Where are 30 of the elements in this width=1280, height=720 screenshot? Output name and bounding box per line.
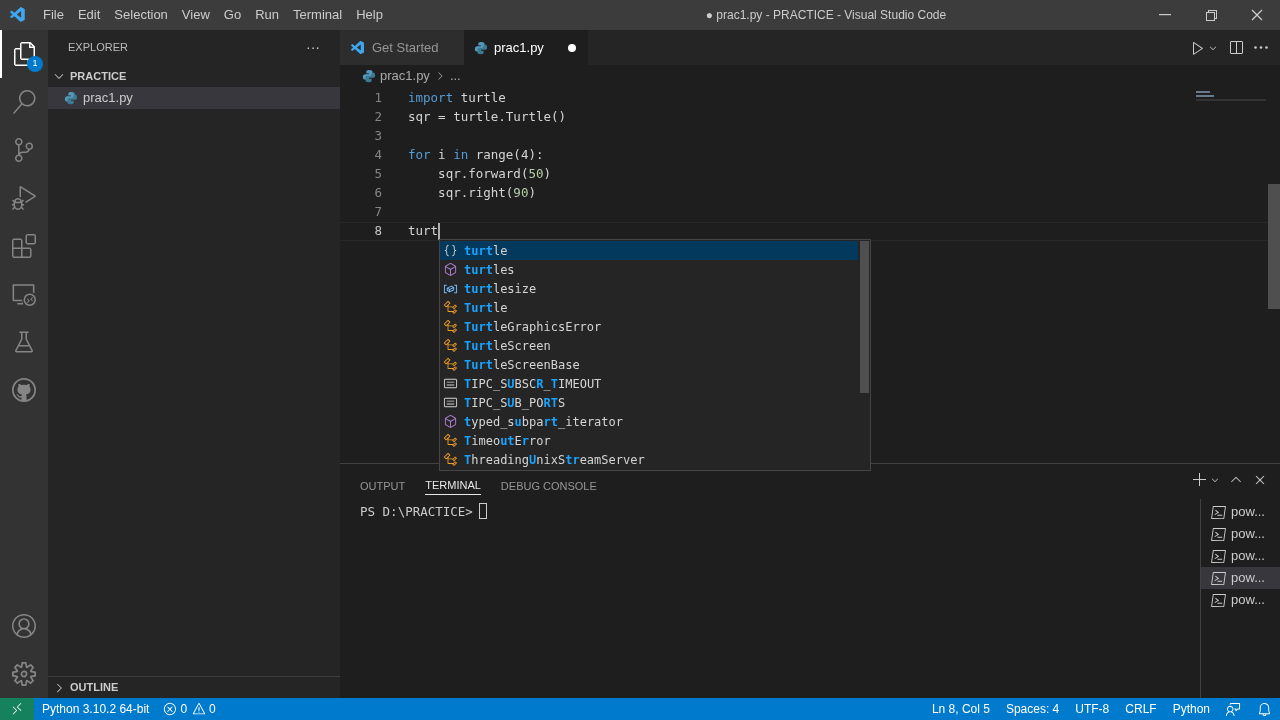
suggestion-label: Turtle (464, 299, 508, 317)
suggestion-label: TurtleScreenBase (464, 356, 580, 374)
suggestion-label: TurtleScreen (464, 337, 551, 355)
code-line: sqr.forward(50) (437, 165, 551, 184)
code-line: sqr = turtle.Turtle() (408, 108, 567, 127)
suggestion-label: TimeoutError (464, 432, 551, 450)
code-line: import turtle (408, 89, 506, 108)
terminal-prompt: PS D:\PRACTICE> (360, 503, 473, 521)
sidebar-title: EXPLORER (68, 40, 128, 56)
line-number: 2 (373, 108, 382, 127)
code-line: sqr.right(90) (437, 184, 536, 203)
suggestion-label: TurtleGraphicsError (464, 318, 602, 336)
code-line: for i in range(4): (408, 146, 544, 165)
line-number: 5 (373, 165, 382, 184)
suggestion-label: turtlesize (464, 280, 537, 298)
suggestion-label: turtle (464, 242, 508, 260)
suggestion-label: turtles (464, 261, 515, 279)
line-number: 7 (373, 203, 382, 222)
code-line: turt (408, 222, 439, 241)
line-number: 8 (373, 222, 382, 241)
line-number: 6 (373, 184, 382, 203)
suggestion-label: TIPC_SUB_PORTS (464, 394, 566, 412)
notification-badge: 1 (27, 56, 43, 72)
suggestion-label: TIPC_SUBSCR_TIMEOUT (464, 375, 602, 393)
window-title: ● prac1.py - PRACTICE - Visual Studio Code (705, 7, 947, 24)
suggestion-label: ThreadingUnixStreamServer (464, 451, 645, 469)
line-number: 3 (373, 127, 382, 146)
suggestion-label: typed_subpart_iterator (464, 413, 623, 431)
line-number: 4 (373, 146, 382, 165)
line-number: 1 (373, 89, 382, 108)
